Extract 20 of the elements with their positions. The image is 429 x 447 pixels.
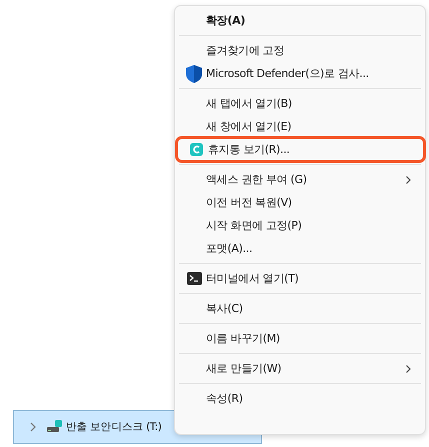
menu-item[interactable]: 터미널에서 열기(T): [175, 267, 425, 290]
shield-icon: [186, 64, 202, 82]
menu-item[interactable]: 시작 화면에 고정(P): [175, 214, 425, 237]
menu-item[interactable]: Microsoft Defender(으)로 검사...: [175, 62, 425, 85]
chevron-icon: [30, 422, 36, 432]
menu-item[interactable]: 새로 만들기(W): [175, 357, 425, 380]
terminal-icon: [186, 272, 202, 285]
menu-item[interactable]: 속성(R): [175, 387, 425, 410]
menu-item[interactable]: 새 창에서 열기(E): [175, 115, 425, 138]
menu-item[interactable]: 휴지통 보기(R)...: [177, 138, 424, 161]
drive-icon: [47, 420, 63, 434]
menu-item[interactable]: 이전 버전 복원(V): [175, 191, 425, 214]
menu-item[interactable]: 확장(A): [175, 9, 425, 32]
app-icon: [190, 143, 202, 156]
menu-item[interactable]: 액세스 권한 부여 (G): [175, 168, 425, 191]
menu-item[interactable]: 이름 바꾸기(M): [175, 327, 425, 350]
menu-item[interactable]: 포맷(A)...: [175, 237, 425, 260]
menu-item[interactable]: 새 탭에서 열기(B): [175, 92, 425, 115]
menu-item[interactable]: 즐겨찾기에 고정: [175, 39, 425, 62]
menu-item[interactable]: 복사(C): [175, 297, 425, 320]
